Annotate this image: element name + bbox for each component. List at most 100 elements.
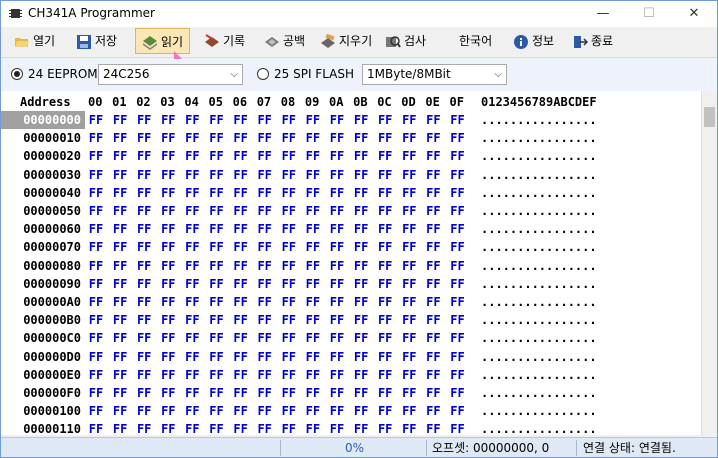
hex-byte[interactable]: FF <box>254 384 276 402</box>
hex-byte[interactable]: FF <box>302 293 324 311</box>
hex-byte[interactable]: FF <box>206 184 228 202</box>
hex-byte[interactable]: FF <box>157 184 179 202</box>
hex-byte[interactable]: FF <box>133 420 155 438</box>
hex-byte[interactable]: FF <box>206 420 228 438</box>
hex-byte[interactable]: FF <box>422 238 444 256</box>
hex-byte[interactable]: FF <box>422 420 444 438</box>
hex-byte[interactable]: FF <box>181 202 203 220</box>
hex-byte[interactable]: FF <box>157 311 179 329</box>
hex-byte[interactable]: FF <box>447 184 469 202</box>
hex-byte[interactable]: FF <box>206 329 228 347</box>
toolbar-button-1[interactable]: 저장 <box>73 28 120 54</box>
hex-byte[interactable]: FF <box>206 257 228 275</box>
hex-byte[interactable]: FF <box>109 402 131 420</box>
hex-byte[interactable]: FF <box>254 366 276 384</box>
hex-byte[interactable]: FF <box>85 238 107 256</box>
hex-byte[interactable]: FF <box>326 184 348 202</box>
hex-byte[interactable]: FF <box>230 348 252 366</box>
toolbar-button-6[interactable]: 검사 <box>382 28 429 54</box>
scrollbar-thumb[interactable] <box>704 107 715 127</box>
hex-byte[interactable]: FF <box>350 329 372 347</box>
hex-byte[interactable]: FF <box>181 238 203 256</box>
hex-byte[interactable]: FF <box>85 420 107 438</box>
hex-byte[interactable]: FF <box>85 220 107 238</box>
hex-byte[interactable]: FF <box>157 111 179 129</box>
hex-byte[interactable]: FF <box>85 384 107 402</box>
hex-byte[interactable]: FF <box>85 275 107 293</box>
hex-byte[interactable]: FF <box>181 420 203 438</box>
hex-byte[interactable]: FF <box>181 402 203 420</box>
hex-byte[interactable]: FF <box>157 147 179 165</box>
hex-byte[interactable]: FF <box>447 402 469 420</box>
hex-byte[interactable]: FF <box>422 402 444 420</box>
hex-byte[interactable]: FF <box>374 184 396 202</box>
hex-byte[interactable]: FF <box>447 220 469 238</box>
hex-byte[interactable]: FF <box>133 366 155 384</box>
close-button[interactable]: ✕ <box>671 1 717 27</box>
hex-byte[interactable]: FF <box>422 366 444 384</box>
hex-byte[interactable]: FF <box>133 293 155 311</box>
hex-byte[interactable]: FF <box>85 166 107 184</box>
hex-byte[interactable]: FF <box>109 293 131 311</box>
hex-byte[interactable]: FF <box>398 184 420 202</box>
hex-byte[interactable]: FF <box>254 257 276 275</box>
hex-byte[interactable]: FF <box>302 220 324 238</box>
hex-byte[interactable]: FF <box>230 366 252 384</box>
hex-byte[interactable]: FF <box>85 329 107 347</box>
hex-byte[interactable]: FF <box>133 147 155 165</box>
hex-byte[interactable]: FF <box>109 202 131 220</box>
hex-byte[interactable]: FF <box>133 348 155 366</box>
hex-byte[interactable]: FF <box>206 384 228 402</box>
hex-byte[interactable]: FF <box>206 348 228 366</box>
toolbar-button-7[interactable]: 한국어 <box>456 28 495 54</box>
hex-byte[interactable]: FF <box>302 166 324 184</box>
hex-byte[interactable]: FF <box>350 129 372 147</box>
hex-byte[interactable]: FF <box>350 111 372 129</box>
hex-byte[interactable]: FF <box>254 220 276 238</box>
hex-byte[interactable]: FF <box>398 220 420 238</box>
hex-byte[interactable]: FF <box>326 311 348 329</box>
hex-byte[interactable]: FF <box>422 384 444 402</box>
hex-byte[interactable]: FF <box>109 220 131 238</box>
hex-byte[interactable]: FF <box>374 202 396 220</box>
spi-size-select[interactable]: 1MByte/8MBit ⌵ <box>362 64 507 85</box>
hex-byte[interactable]: FF <box>278 220 300 238</box>
hex-byte[interactable]: FF <box>157 166 179 184</box>
hex-byte[interactable]: FF <box>422 257 444 275</box>
hex-byte[interactable]: FF <box>109 311 131 329</box>
hex-byte[interactable]: FF <box>447 129 469 147</box>
hex-byte[interactable]: FF <box>181 329 203 347</box>
hex-byte[interactable]: FF <box>447 166 469 184</box>
hex-byte[interactable]: FF <box>157 220 179 238</box>
hex-byte[interactable]: FF <box>447 257 469 275</box>
hex-byte[interactable]: FF <box>109 420 131 438</box>
hex-byte[interactable]: FF <box>447 111 469 129</box>
hex-byte[interactable]: FF <box>422 220 444 238</box>
hex-byte[interactable]: FF <box>302 348 324 366</box>
hex-byte[interactable]: FF <box>206 402 228 420</box>
hex-byte[interactable]: FF <box>447 329 469 347</box>
hex-byte[interactable]: FF <box>447 275 469 293</box>
hex-byte[interactable]: FF <box>422 275 444 293</box>
hex-byte[interactable]: FF <box>230 384 252 402</box>
hex-byte[interactable]: FF <box>398 366 420 384</box>
hex-byte[interactable]: FF <box>109 166 131 184</box>
hex-byte[interactable]: FF <box>278 238 300 256</box>
hex-byte[interactable]: FF <box>350 384 372 402</box>
hex-byte[interactable]: FF <box>278 275 300 293</box>
hex-byte[interactable]: FF <box>326 420 348 438</box>
hex-byte[interactable]: FF <box>254 311 276 329</box>
hex-byte[interactable]: FF <box>109 257 131 275</box>
hex-byte[interactable]: FF <box>350 202 372 220</box>
hex-byte[interactable]: FF <box>398 202 420 220</box>
hex-byte[interactable]: FF <box>278 202 300 220</box>
hex-byte[interactable]: FF <box>278 420 300 438</box>
hex-byte[interactable]: FF <box>374 293 396 311</box>
hex-byte[interactable]: FF <box>302 384 324 402</box>
hex-byte[interactable]: FF <box>230 184 252 202</box>
hex-byte[interactable]: FF <box>374 420 396 438</box>
hex-byte[interactable]: FF <box>278 184 300 202</box>
hex-byte[interactable]: FF <box>157 238 179 256</box>
hex-byte[interactable]: FF <box>133 257 155 275</box>
hex-byte[interactable]: FF <box>157 366 179 384</box>
